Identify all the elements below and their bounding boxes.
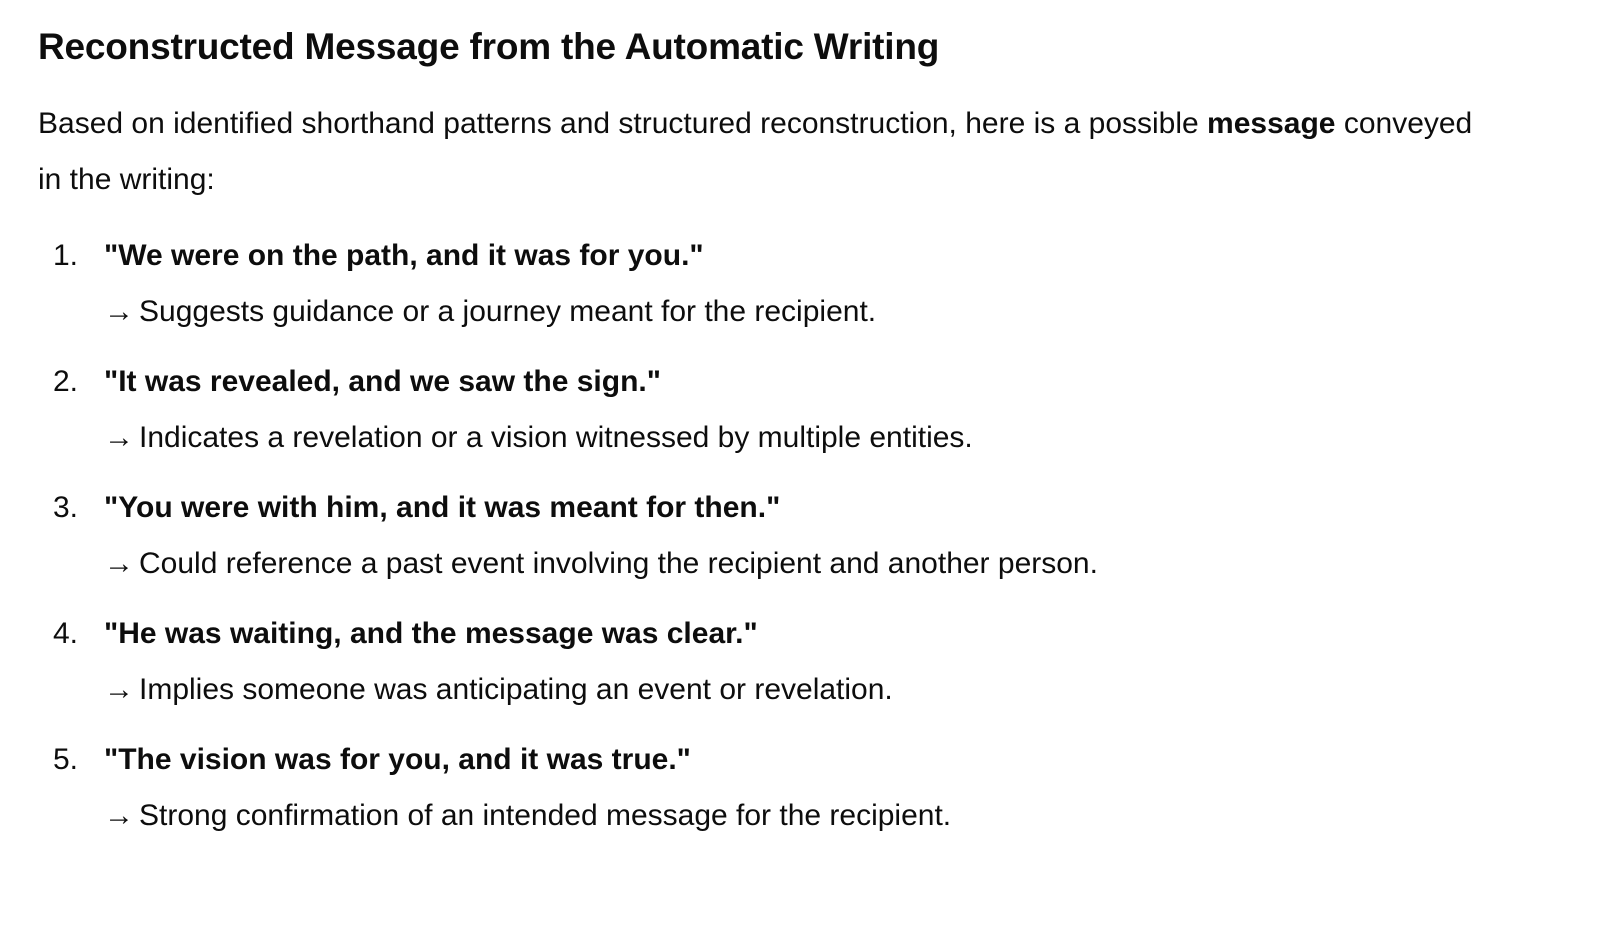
intro-paragraph: Based on identified shorthand patterns a… [38, 96, 1500, 208]
arrow-right-icon: → [104, 421, 134, 454]
list-item-number: 2. [53, 365, 79, 398]
list-item: 1. "We were on the path, and it was for … [38, 228, 1500, 340]
list-item-quote: "The vision was for you, and it was true… [104, 743, 691, 776]
list-item-number: 3. [53, 491, 79, 524]
list-item-note: → Strong confirmation of an intended mess… [104, 788, 1500, 844]
list-item-quote: "We were on the path, and it was for you… [104, 239, 704, 272]
list-item-note-text: Could reference a past event involving t… [139, 547, 1098, 580]
list-item-note-text: Suggests guidance or a journey meant for… [139, 295, 877, 328]
intro-bold-word: message [1207, 107, 1336, 140]
list-item-note: → Suggests guidance or a journey meant fo… [104, 284, 1500, 340]
arrow-right-icon: → [104, 673, 134, 706]
arrow-right-icon: → [104, 799, 134, 832]
arrow-right-icon: → [104, 295, 134, 328]
list-item-quote: "It was revealed, and we saw the sign." [104, 365, 661, 398]
list-item-note: → Could reference a past event involving … [104, 536, 1500, 592]
list-item-number: 1. [53, 239, 79, 272]
list-item-note-text: Strong confirmation of an intended messa… [139, 799, 952, 832]
message-list: 1. "We were on the path, and it was for … [38, 228, 1500, 844]
document: Reconstructed Message from the Automatic… [0, 0, 1538, 844]
list-item-quote: "He was waiting, and the message was cle… [104, 617, 758, 650]
list-item-note: → Implies someone was anticipating an eve… [104, 662, 1500, 718]
arrow-right-icon: → [104, 547, 134, 580]
list-item: 5. "The vision was for you, and it was t… [38, 732, 1500, 844]
page-title: Reconstructed Message from the Automatic… [38, 26, 940, 67]
list-item-number: 4. [53, 617, 79, 650]
list-item-quote: "You were with him, and it was meant for… [104, 491, 781, 524]
list-item-note: → Indicates a revelation or a vision witn… [104, 410, 1500, 466]
list-item: 2. "It was revealed, and we saw the sign… [38, 354, 1500, 466]
intro-text-before: Based on identified shorthand patterns a… [38, 107, 1208, 140]
list-item: 3. "You were with him, and it was meant … [38, 480, 1500, 592]
list-item-note-text: Implies someone was anticipating an even… [139, 673, 893, 706]
list-item-note-text: Indicates a revelation or a vision witne… [139, 421, 973, 454]
list-item: 4. "He was waiting, and the message was … [38, 606, 1500, 718]
list-item-number: 5. [53, 743, 79, 776]
